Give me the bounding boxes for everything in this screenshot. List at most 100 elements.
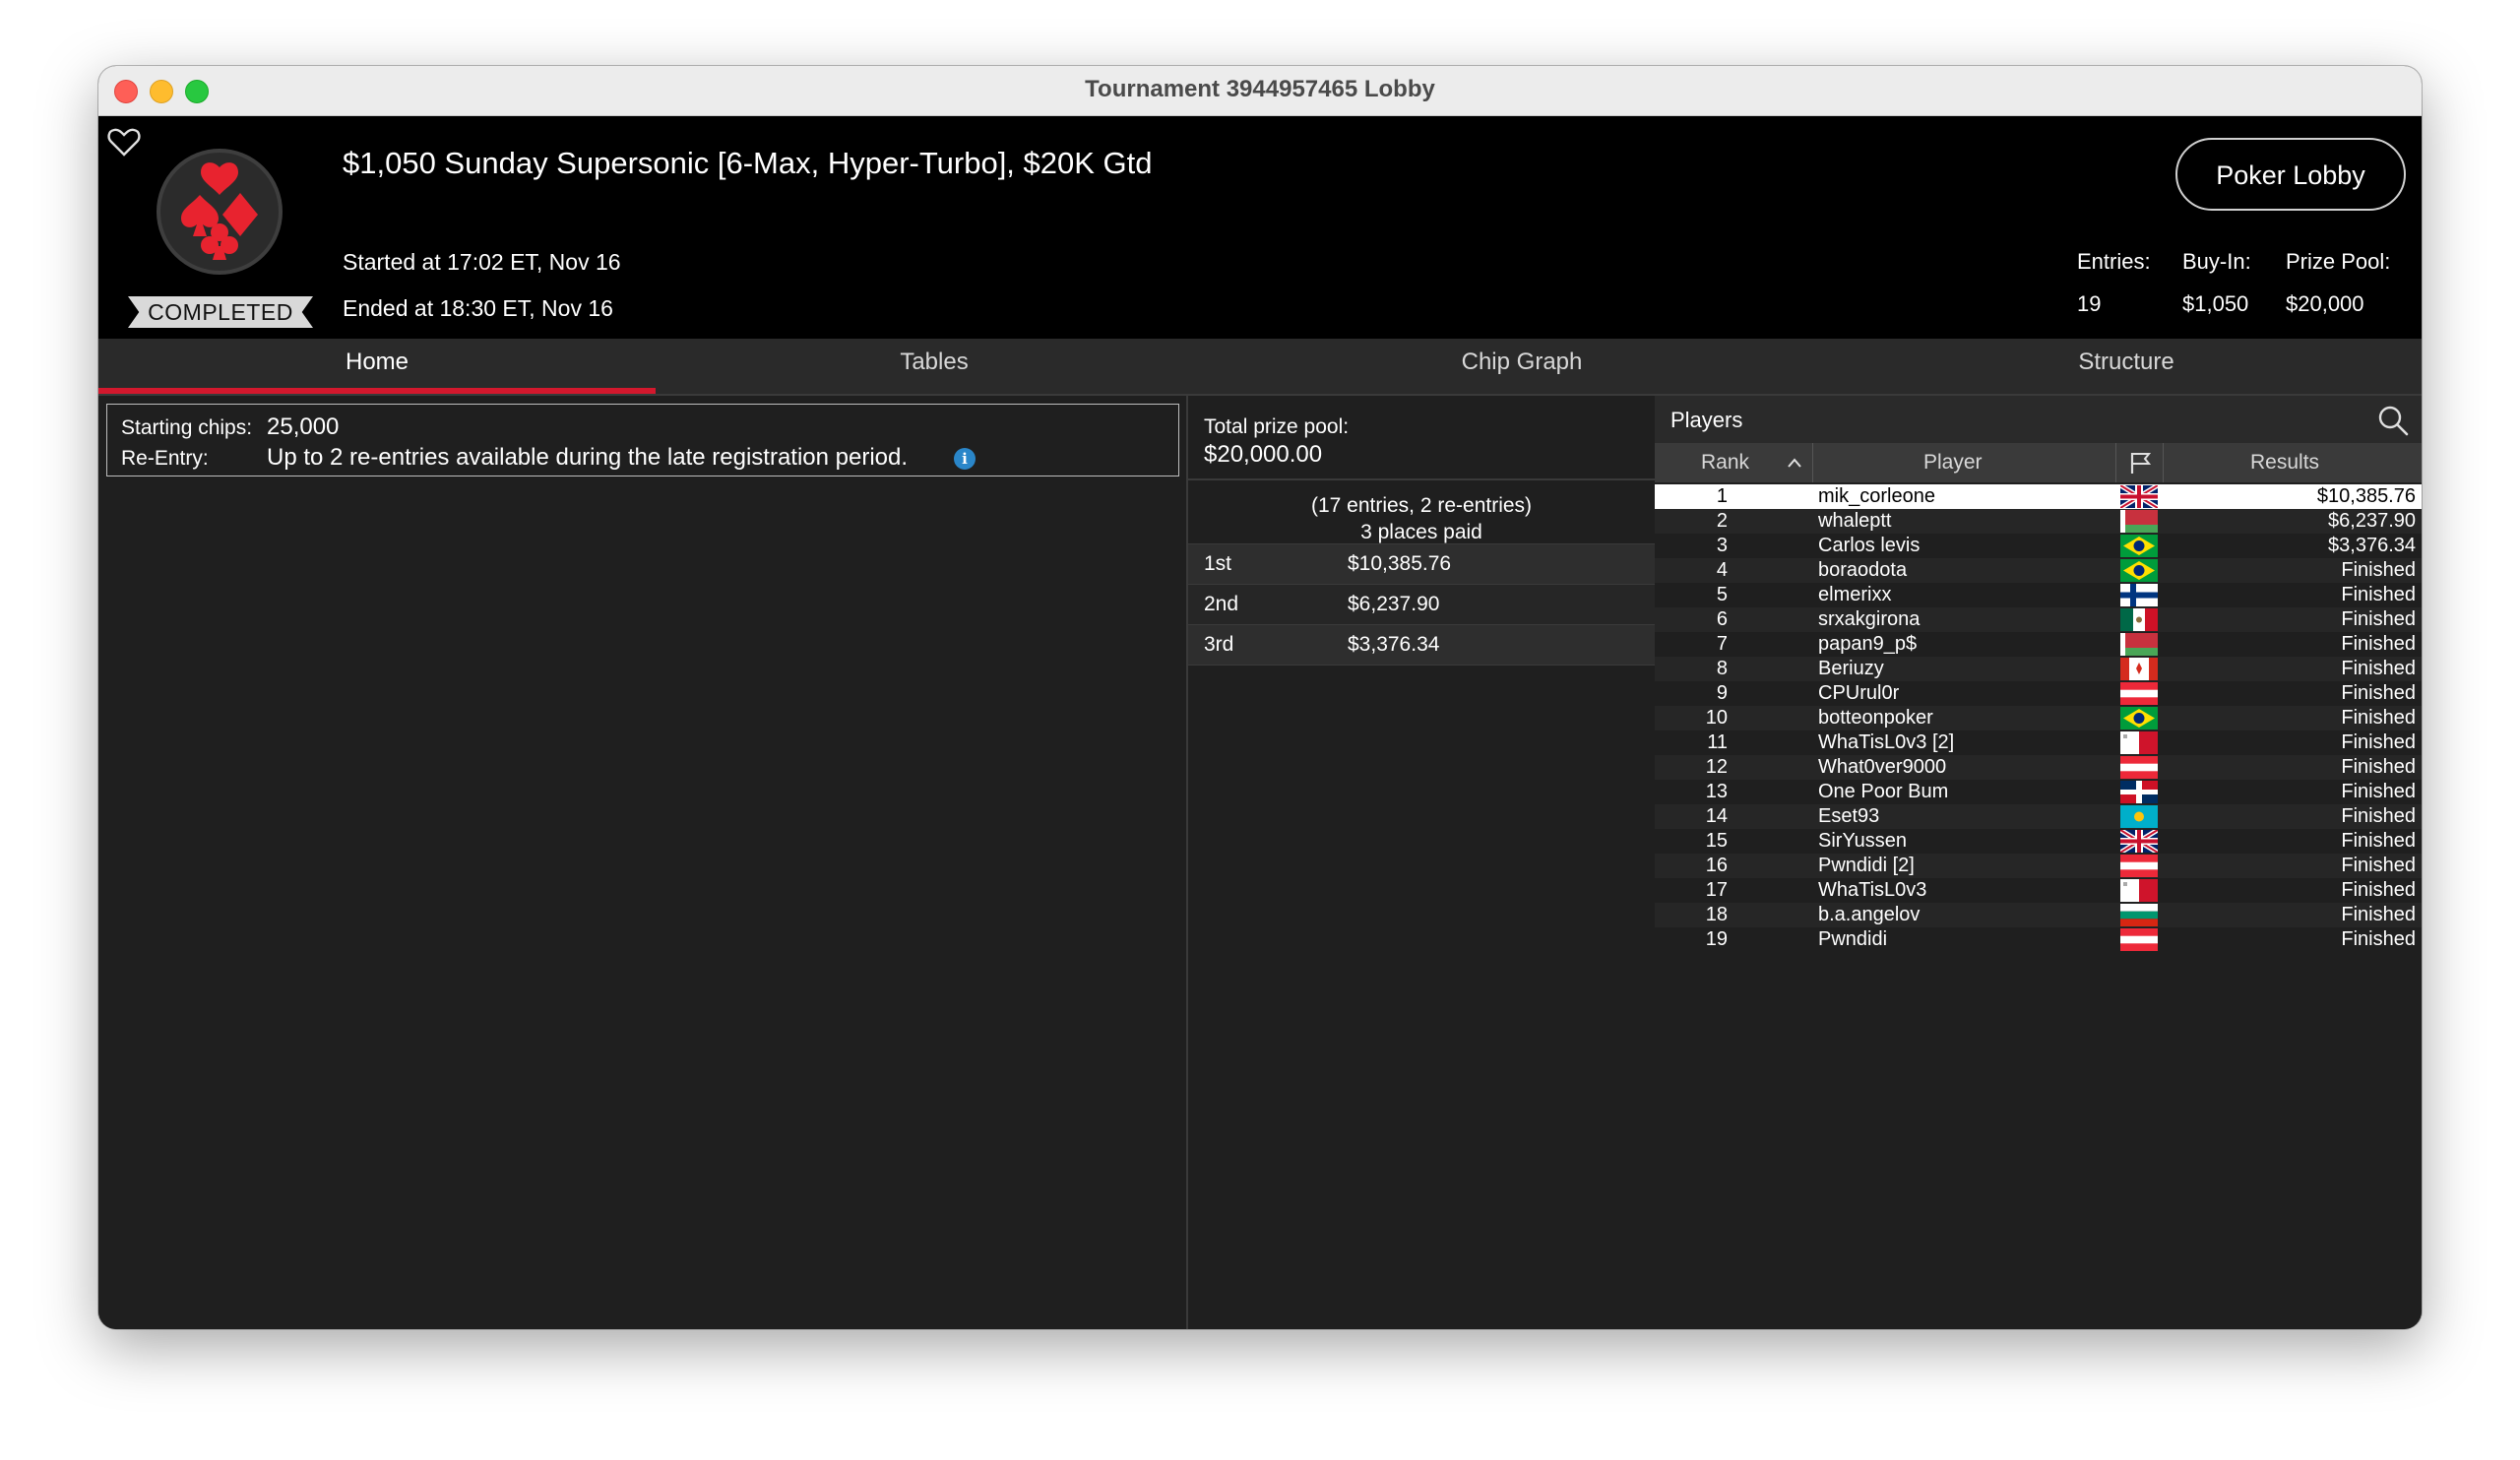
kazakhstan-flag-icon — [2120, 805, 2158, 828]
tournament-header: COMPLETED $1,050 Sunday Supersonic [6-Ma… — [98, 116, 2422, 339]
tab-chip-graph[interactable]: Chip Graph — [1213, 339, 1831, 394]
player-result: Finished — [2341, 731, 2416, 753]
player-row[interactable]: 15 SirYussen Finished — [1655, 829, 2422, 854]
player-result: $3,376.34 — [2328, 535, 2416, 556]
player-row[interactable]: 6 srxakgirona Finished — [1655, 607, 2422, 632]
brazil-flag-icon — [2120, 559, 2158, 582]
player-result: Finished — [2341, 559, 2416, 581]
player-row[interactable]: 18 b.a.angelov Finished — [1655, 903, 2422, 927]
column-divider — [2115, 443, 2116, 482]
player-result: Finished — [2341, 830, 2416, 852]
places-paid: 3 places paid — [1360, 521, 1482, 543]
entries-value: 19 — [2077, 291, 2102, 316]
player-rank: 9 — [1716, 682, 1728, 704]
player-row[interactable]: 10 botteonpoker Finished — [1655, 706, 2422, 730]
player-rank: 17 — [1705, 879, 1728, 901]
player-name: What0ver9000 — [1818, 756, 1947, 778]
player-name: One Poor Bum — [1818, 781, 1949, 802]
player-name: WhaTisL0v3 — [1818, 879, 1927, 901]
player-row[interactable]: 9 CPUrul0r Finished — [1655, 681, 2422, 706]
tab-bar: Home Tables Chip Graph Structure — [98, 339, 2422, 396]
player-result: $6,237.90 — [2328, 510, 2416, 532]
lobby-window: Tournament 3944957465 Lobby COMPLETED $1… — [98, 66, 2422, 1329]
start-time: Started at 17:02 ET, Nov 16 — [343, 249, 621, 275]
player-row[interactable]: 4 boraodota Finished — [1655, 558, 2422, 583]
player-name: srxakgirona — [1818, 608, 1921, 630]
player-rank: 8 — [1716, 658, 1728, 679]
tab-tables[interactable]: Tables — [656, 339, 1213, 394]
starting-chips-label: Starting chips: — [121, 416, 253, 439]
player-name: botteonpoker — [1818, 707, 1933, 729]
sort-ascending-icon[interactable] — [1787, 457, 1802, 469]
rank-column-header[interactable]: Rank — [1701, 451, 1749, 475]
canada-flag-icon — [2120, 658, 2158, 680]
player-row[interactable]: 13 One Poor Bum Finished — [1655, 780, 2422, 804]
player-result: Finished — [2341, 781, 2416, 802]
player-result: Finished — [2341, 707, 2416, 729]
heart-icon[interactable] — [106, 124, 142, 159]
player-result: Finished — [2341, 608, 2416, 630]
player-result: Finished — [2341, 756, 2416, 778]
prize-place: 2nd — [1204, 593, 1239, 615]
player-name: WhaTisL0v3 [2] — [1818, 731, 1955, 753]
prize-place: 1st — [1204, 552, 1232, 575]
search-icon[interactable] — [2376, 404, 2410, 437]
players-column-header: Rank Player Results — [1655, 443, 2422, 482]
player-row[interactable]: 8 Beriuzy Finished — [1655, 657, 2422, 681]
player-rank: 6 — [1716, 608, 1728, 630]
prizepool-value: $20,000 — [2286, 291, 2364, 316]
player-row[interactable]: 12 What0ver9000 Finished — [1655, 755, 2422, 780]
player-name: b.a.angelov — [1818, 904, 1921, 925]
info-box: Starting chips: 25,000 Re-Entry: Up to 2… — [106, 404, 1179, 476]
player-row[interactable]: 17 WhaTisL0v3 Finished — [1655, 878, 2422, 903]
player-result: Finished — [2341, 584, 2416, 605]
active-tab-indicator — [98, 388, 656, 394]
info-icon[interactable]: i — [954, 448, 976, 470]
player-row[interactable]: 16 Pwndidi [2] Finished — [1655, 854, 2422, 878]
poker-lobby-button[interactable]: Poker Lobby — [2175, 138, 2406, 211]
player-name: mik_corleone — [1818, 485, 1935, 507]
player-rank: 19 — [1705, 928, 1728, 950]
austria-flag-icon — [2120, 928, 2158, 951]
player-row[interactable]: 19 Pwndidi Finished — [1655, 927, 2422, 952]
reentry-label: Re-Entry: — [121, 447, 209, 470]
player-rank: 2 — [1716, 510, 1728, 532]
entries-label: Entries: — [2077, 249, 2151, 274]
belarus-flag-icon — [2120, 633, 2158, 656]
tab-label: Structure — [2078, 349, 2174, 375]
window-title: Tournament 3944957465 Lobby — [1085, 76, 1435, 102]
buyin-label: Buy-In: — [2182, 249, 2251, 274]
player-name: whaleptt — [1818, 510, 1892, 532]
player-rank: 3 — [1716, 535, 1728, 556]
prize-row: 2nd $6,237.90 — [1188, 584, 1655, 624]
player-name: Pwndidi — [1818, 928, 1888, 950]
card-suits-logo-icon — [157, 149, 283, 275]
brazil-flag-icon — [2120, 535, 2158, 557]
home-content: Starting chips: 25,000 Re-Entry: Up to 2… — [98, 396, 2422, 1329]
player-row[interactable]: 3 Carlos levis $3,376.34 — [1655, 534, 2422, 558]
player-row[interactable]: 2 whaleptt $6,237.90 — [1655, 509, 2422, 534]
prize-row: 3rd $3,376.34 — [1188, 624, 1655, 666]
divider — [1188, 478, 1655, 480]
results-column-header[interactable]: Results — [2250, 451, 2319, 475]
finland-flag-icon — [2120, 584, 2158, 606]
column-divider — [2163, 443, 2164, 482]
player-result: Finished — [2341, 805, 2416, 827]
player-result: Finished — [2341, 904, 2416, 925]
player-row[interactable]: 14 Eset93 Finished — [1655, 804, 2422, 829]
player-rank: 12 — [1705, 756, 1728, 778]
belarus-flag-icon — [2120, 510, 2158, 533]
total-prize-label: Total prize pool: — [1204, 415, 1350, 438]
player-rank: 13 — [1705, 781, 1728, 802]
player-row[interactable]: 1 mik_corleone $10,385.76 — [1655, 484, 2422, 509]
player-row[interactable]: 5 elmerixx Finished — [1655, 583, 2422, 607]
player-row[interactable]: 11 WhaTisL0v3 [2] Finished — [1655, 730, 2422, 755]
player-column-header[interactable]: Player — [1923, 451, 1983, 475]
malta-flag-icon — [2120, 731, 2158, 754]
player-row[interactable]: 7 papan9_p$ Finished — [1655, 632, 2422, 657]
title-bar: Tournament 3944957465 Lobby — [98, 66, 2422, 116]
tab-home[interactable]: Home — [98, 339, 656, 394]
tab-structure[interactable]: Structure — [1831, 339, 2422, 394]
player-name: Pwndidi [2] — [1818, 855, 1915, 876]
flag-icon[interactable] — [2127, 450, 2153, 476]
